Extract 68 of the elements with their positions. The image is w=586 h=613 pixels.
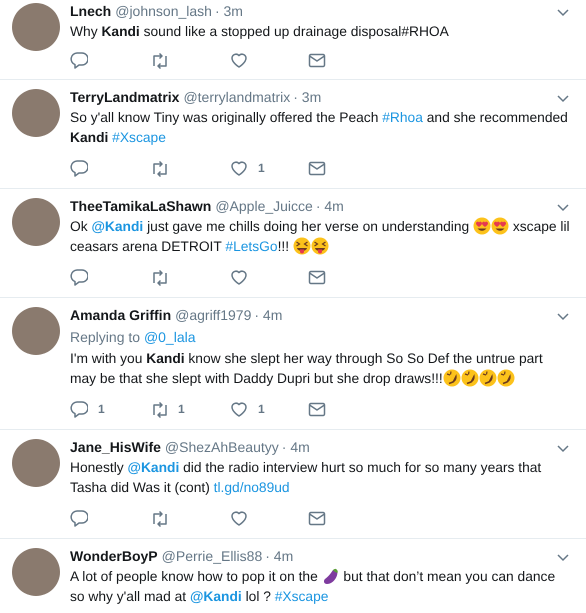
heart-icon	[230, 268, 248, 286]
envelope-icon	[308, 400, 326, 418]
retweet-button[interactable]: 1	[150, 400, 230, 418]
timestamp[interactable]: · 4m	[282, 438, 310, 457]
tweet-text: Why Kandi sound like a stopped up drainage disposal#RHOA	[70, 23, 450, 41]
heart-icon	[230, 159, 248, 177]
mention-link[interactable]: @Kandi	[128, 460, 180, 475]
user-handle[interactable]: @terrylandmatrix	[183, 88, 290, 107]
laughing-face-emoji-icon	[442, 369, 461, 387]
envelope-icon	[308, 268, 326, 286]
like-button[interactable]: 1	[230, 159, 308, 177]
avatar[interactable]	[12, 307, 60, 355]
user-name[interactable]: Lnech	[70, 2, 112, 21]
avatar[interactable]	[12, 89, 60, 137]
laughing-face-emoji-icon	[460, 369, 479, 387]
speech-bubble-icon	[70, 159, 88, 177]
user-name[interactable]: TheeTamikaLaShawn	[70, 197, 212, 216]
mention-link[interactable]: @Kandi	[91, 219, 144, 234]
timestamp[interactable]: · 3m	[293, 88, 322, 107]
timestamp[interactable]: · 3m	[214, 2, 243, 21]
heart-icon	[230, 51, 248, 69]
user-handle[interactable]: @Apple_Juicce	[215, 197, 313, 216]
reply-button[interactable]: 1	[70, 400, 150, 418]
tweet-text: A lot of people know how to pop it on the but that don’t mean you can dance so why y'all mad at @Kandi lol ? #Xscape	[70, 567, 556, 606]
heart-icon	[230, 400, 248, 418]
user-handle[interactable]: @Perrie_Ellis88	[162, 547, 262, 566]
heart-eyes-emoji-icon	[473, 217, 492, 235]
user-handle[interactable]: @johnson_lash	[115, 2, 212, 21]
user-name[interactable]: Amanda Griffin	[70, 306, 172, 325]
speech-bubble-icon	[70, 268, 88, 286]
avatar[interactable]	[12, 439, 60, 487]
tongue-face-emoji-icon	[310, 237, 329, 255]
avatar[interactable]	[12, 198, 60, 246]
avatar[interactable]	[12, 548, 60, 596]
laughing-face-emoji-icon	[496, 369, 515, 387]
envelope-icon	[308, 51, 326, 69]
mention-link[interactable]: @0_lala	[144, 329, 196, 345]
heart-icon	[230, 509, 248, 527]
tweet-text: I'm with you Kandi know she slept her way through So So Def the untrue part may be that she slept with Daddy Dupri but she drop draws!!!	[70, 350, 544, 389]
eggplant-emoji-icon	[322, 567, 340, 585]
tongue-face-emoji-icon	[292, 237, 311, 255]
replying-label: Replying to	[70, 329, 140, 345]
hashtag-link[interactable]: #Rhoa	[382, 110, 423, 125]
speech-bubble-icon	[70, 51, 88, 69]
envelope-icon	[308, 159, 326, 177]
hashtag-link[interactable]: #LetsGo	[225, 239, 278, 254]
envelope-icon	[308, 509, 326, 527]
speech-bubble-icon	[70, 509, 88, 527]
user-name[interactable]: TerryLandmatrix	[70, 88, 180, 107]
laughing-face-emoji-icon	[478, 369, 497, 387]
hashtag-link[interactable]: #Xscape	[112, 130, 166, 145]
user-name[interactable]: Jane_HisWife	[70, 438, 161, 457]
avatar[interactable]	[12, 3, 60, 51]
user-name[interactable]: WonderBoyP	[70, 547, 158, 566]
tweet-text: Ok @Kandi just gave me chills doing her verse on understanding xscape lil ceasars arena DETROIT #LetsGo!!!	[70, 217, 570, 257]
heart-eyes-emoji-icon	[491, 217, 510, 235]
user-handle[interactable]: @ShezAhBeautyy	[164, 438, 279, 457]
like-button[interactable]: 1	[230, 400, 308, 418]
timestamp[interactable]: · 4m	[316, 197, 344, 216]
tweet-text: So y'all know Tiny was originally offered the Peach #Rhoa and she recommended Kandi #Xscape	[70, 109, 569, 147]
timestamp[interactable]: · 4m	[265, 547, 294, 566]
hashtag-link[interactable]: #Xscape	[274, 589, 328, 604]
timestamp[interactable]: · 4m	[254, 306, 282, 325]
speech-bubble-icon	[70, 400, 88, 418]
user-handle[interactable]: @agriff1979	[175, 306, 252, 325]
mention-link[interactable]: @Kandi	[190, 589, 242, 604]
url-link[interactable]: tl.gd/no89ud	[214, 480, 290, 495]
tweet-text: Honestly @Kandi did the radio interview hurt so much for so many years that Tasha did Was it (cont) tl.gd/no89ud	[70, 459, 542, 497]
